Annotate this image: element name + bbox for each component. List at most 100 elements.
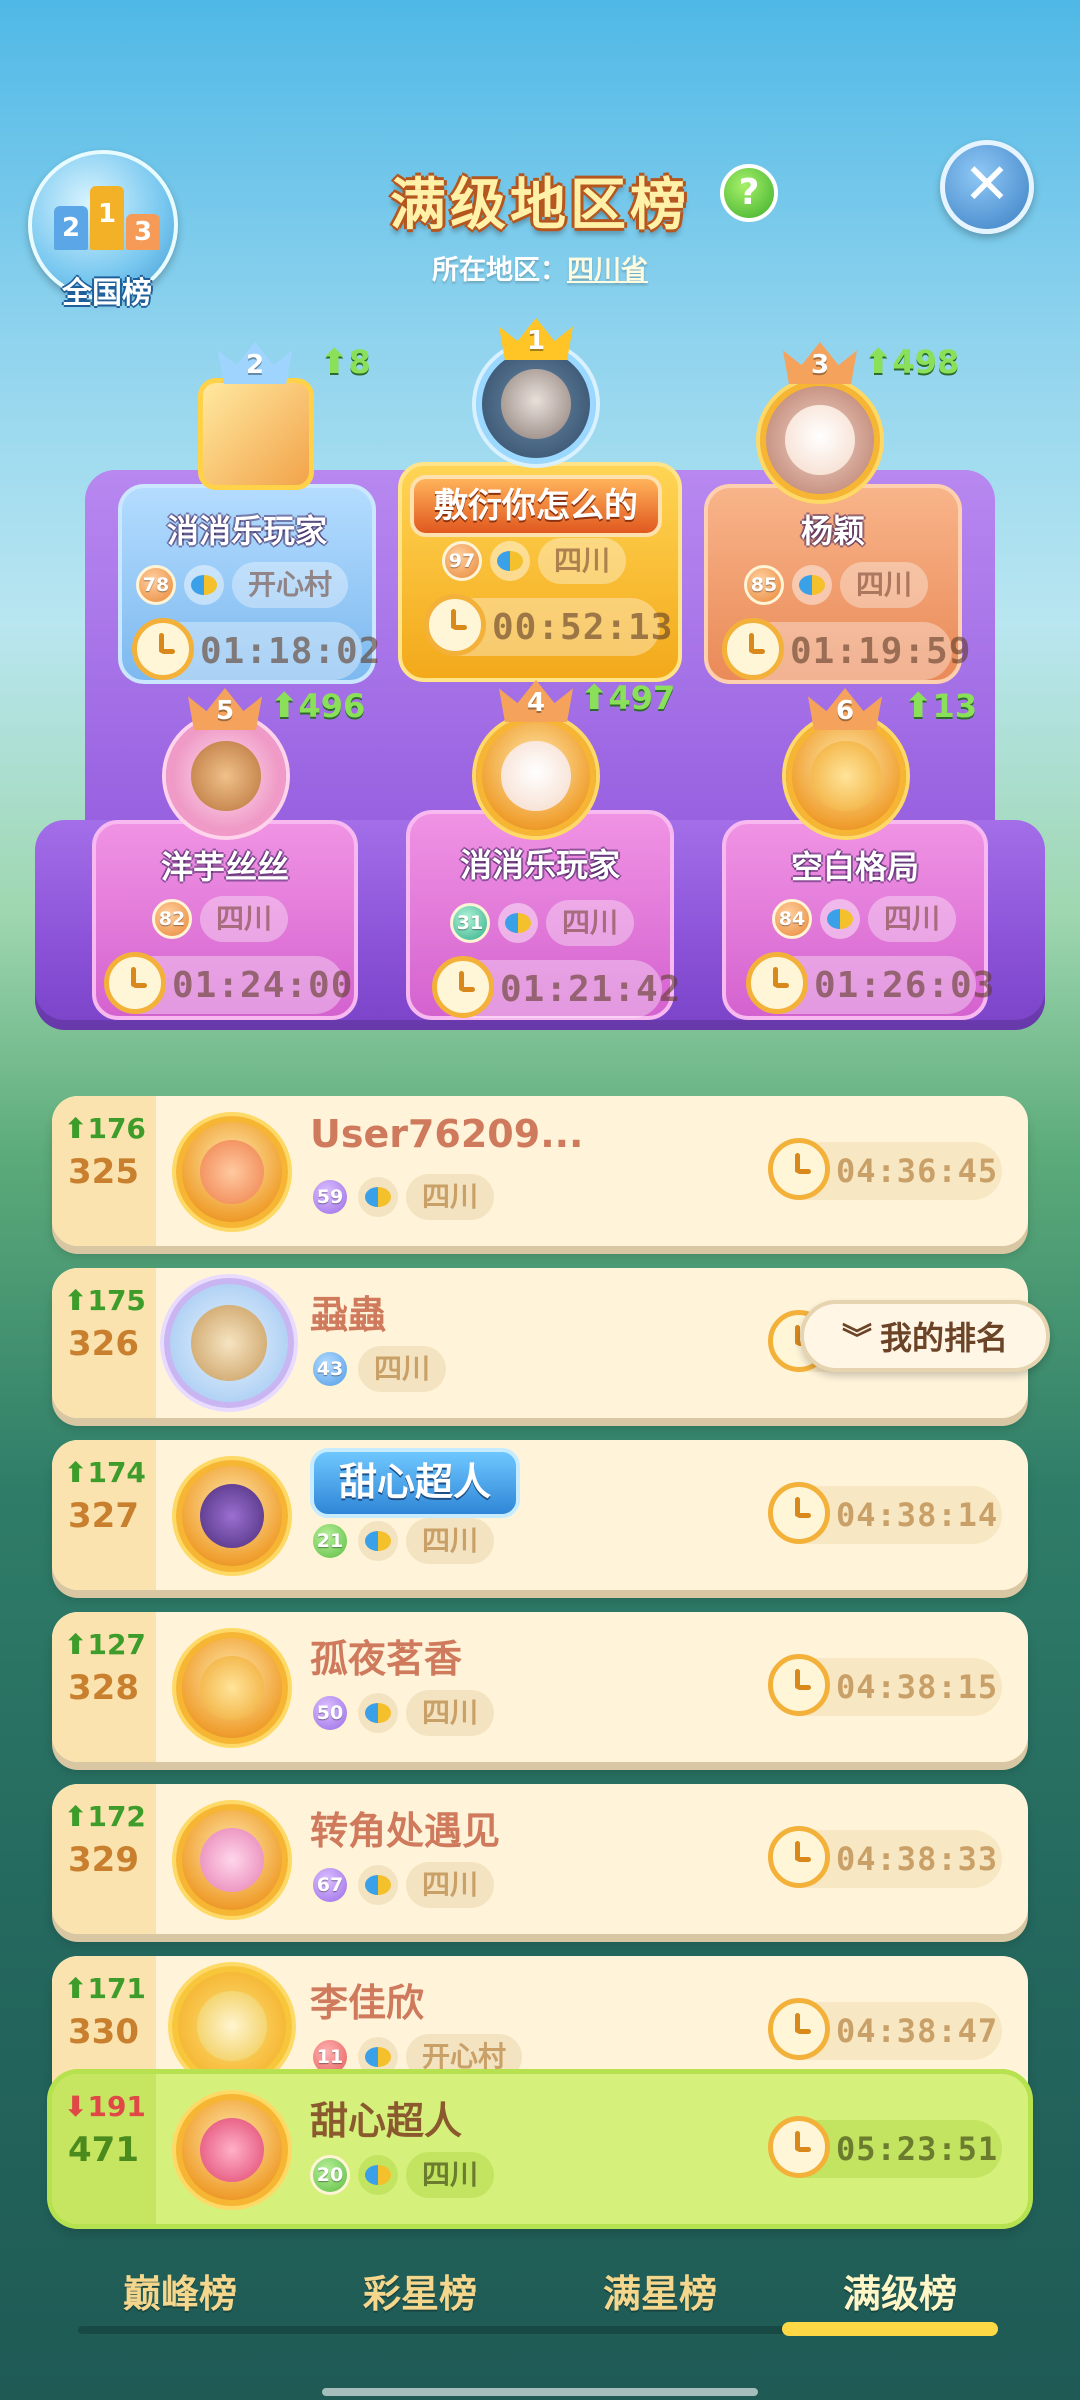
tab-full-level[interactable]: 满级榜 — [843, 2263, 957, 2318]
avatar[interactable] — [176, 1632, 288, 1744]
tab-color-star[interactable]: 彩星榜 — [363, 2263, 477, 2318]
podium-card-rank-3[interactable]: 杨颖 85 四川 01:19:59 — [704, 484, 970, 684]
level-badge: 84 — [772, 899, 812, 939]
region-label: 所在地区： — [432, 255, 567, 286]
level-badge: 85 — [744, 565, 784, 605]
podium-icon: 2 1 3 — [54, 184, 160, 250]
player-name: User76209... — [310, 1112, 584, 1156]
ranking-row[interactable]: ⬆172 329 转角处遇见 67 四川 04:38:33 — [52, 1784, 1028, 1934]
podium-card-rank-5[interactable]: 洋芋丝丝 82 四川 01:24:00 — [92, 820, 358, 1020]
avatar[interactable] — [760, 380, 880, 500]
player-name: 甜心超人 — [310, 1448, 520, 1518]
finish-time: 01:19:59 — [790, 630, 972, 672]
time-pill: 01:21:42 — [432, 956, 680, 1018]
level-badge: 82 — [152, 899, 192, 939]
level-badge: 21 — [310, 1521, 350, 1561]
rank-change: ⬆174 — [64, 1456, 146, 1489]
tab-peak[interactable]: 巅峰榜 — [123, 2263, 237, 2318]
rank-change: ⬇191 — [64, 2090, 146, 2123]
egg-icon — [358, 1693, 398, 1733]
finish-time: 04:36:45 — [836, 1152, 999, 1190]
avatar[interactable] — [176, 1116, 288, 1228]
finish-time: 04:38:47 — [836, 2012, 999, 2050]
finish-time: 04:38:15 — [836, 1668, 999, 1706]
region-chip: 四川 — [406, 1690, 495, 1736]
rank-change: ⬆8 — [320, 342, 371, 382]
player-name: 孤夜茗香 — [310, 1637, 463, 1681]
rank-change: ⬆171 — [64, 1972, 146, 2005]
player-name: 空白格局 — [790, 848, 919, 886]
region-line: 所在地区：四川省 — [330, 248, 750, 287]
region-link[interactable]: 四川省 — [567, 255, 648, 286]
avatar[interactable] — [476, 344, 596, 464]
crown-icon: 1 — [499, 306, 573, 360]
avatar[interactable] — [164, 1278, 294, 1408]
egg-icon — [490, 541, 530, 581]
avatar[interactable] — [176, 1460, 288, 1572]
region-chip: 四川 — [200, 896, 289, 942]
rank-change: ⬆172 — [64, 1800, 146, 1833]
finish-time: 01:21:42 — [500, 968, 682, 1010]
ranking-row[interactable]: ⬆174 327 21 四川 04:38:14 — [52, 1440, 1028, 1590]
level-badge: 43 — [310, 1349, 350, 1389]
region-chip: 四川 — [840, 562, 929, 608]
egg-icon — [358, 1865, 398, 1905]
rank-number: 329 — [68, 1840, 139, 1880]
national-ranking-button[interactable]: 2 1 3 全国榜 — [28, 150, 178, 311]
level-badge: 50 — [310, 1693, 350, 1733]
level-badge: 59 — [310, 1177, 350, 1217]
clock-icon — [768, 1482, 830, 1544]
region-chip: 四川 — [406, 1862, 495, 1908]
my-rank-button[interactable]: ︾ 我的排名 — [800, 1300, 1050, 1372]
avatar[interactable] — [166, 716, 286, 836]
player-name: 李佳欣 — [310, 1981, 425, 2025]
egg-icon — [358, 2155, 398, 2195]
clock-icon — [768, 1826, 830, 1888]
time-pill: 04:38:14 — [768, 1482, 1002, 1544]
podium-card-rank-2[interactable]: 消消乐玩家 78 开心村 01:18:02 — [118, 484, 380, 684]
avatar[interactable] — [198, 378, 314, 490]
level-badge: 20 — [310, 2155, 350, 2195]
avatar[interactable] — [476, 716, 596, 836]
finish-time: 01:18:02 — [200, 630, 382, 672]
rank-change: ⬆176 — [64, 1112, 146, 1145]
podium-card-rank-4[interactable]: 消消乐玩家 31 四川 01:21:42 — [406, 810, 680, 1020]
rank-number: 325 — [68, 1152, 139, 1192]
rank-change: ⬆127 — [64, 1628, 146, 1661]
ranking-row[interactable]: ⬆127 328 孤夜茗香 50 四川 04:38:15 — [52, 1612, 1028, 1762]
level-badge: 78 — [136, 565, 176, 605]
player-name: 消消乐玩家 — [459, 846, 620, 884]
rank-change: ⬆498 — [864, 342, 960, 382]
close-button[interactable]: ✕ — [940, 140, 1034, 234]
egg-icon — [184, 565, 224, 605]
tab-full-star[interactable]: 满星榜 — [603, 2263, 717, 2318]
avatar[interactable] — [172, 1966, 292, 2086]
region-chip: 四川 — [406, 2152, 495, 2198]
my-ranking-row[interactable]: ⬇191 471 甜心超人 20 四川 05:23:51 — [52, 2074, 1028, 2224]
clock-icon — [104, 952, 166, 1014]
my-rank-label: 我的排名 — [879, 1319, 1008, 1357]
egg-icon — [358, 1177, 398, 1217]
rank-number: 327 — [68, 1496, 139, 1536]
ranking-row[interactable]: ⬆176 325 User76209... 59 四川 04:36:45 — [52, 1096, 1028, 1246]
podium-card-rank-6[interactable]: 空白格局 84 四川 01:26:03 — [722, 820, 994, 1020]
time-pill: 01:18:02 — [132, 618, 380, 680]
egg-icon — [820, 899, 860, 939]
rank-change: ⬆13 — [904, 686, 978, 726]
avatar[interactable] — [176, 2094, 288, 2206]
time-pill: 01:26:03 — [746, 952, 994, 1014]
egg-icon — [358, 2037, 398, 2077]
level-badge: 11 — [310, 2037, 350, 2077]
avatar[interactable] — [786, 716, 906, 836]
time-pill: 04:38:47 — [768, 1998, 1002, 2060]
home-indicator[interactable] — [322, 2388, 758, 2396]
avatar[interactable] — [176, 1804, 288, 1916]
time-pill: 01:19:59 — [722, 618, 970, 680]
rank-change: ⬆497 — [580, 678, 676, 718]
crown-icon: 2 — [218, 330, 292, 384]
bottom-tab-bar: 巅峰榜 彩星榜 满星榜 满级榜 — [60, 2250, 1020, 2330]
finish-time: 04:38:33 — [836, 1840, 999, 1878]
time-pill: 01:24:00 — [104, 952, 352, 1014]
help-button[interactable]: ? — [720, 164, 778, 222]
region-chip: 四川 — [868, 896, 957, 942]
